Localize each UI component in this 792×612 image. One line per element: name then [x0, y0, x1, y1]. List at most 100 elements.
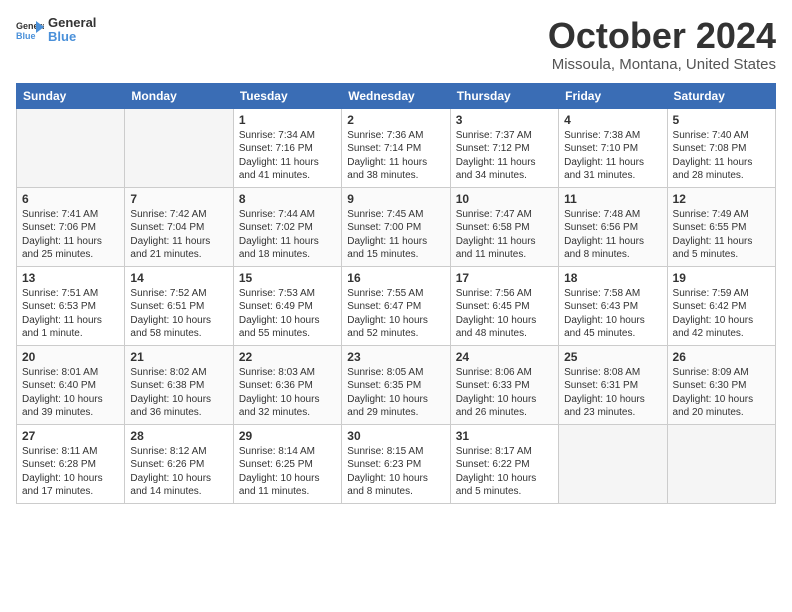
calendar-day-cell: 14 Sunrise: 7:52 AMSunset: 6:51 PMDayligh…: [125, 266, 233, 345]
day-info: Sunrise: 7:51 AMSunset: 6:53 PMDaylight:…: [22, 287, 119, 341]
day-info: Sunrise: 7:58 AMSunset: 6:43 PMDaylight:…: [564, 287, 661, 341]
calendar-day-cell: [17, 108, 125, 187]
day-info: Sunrise: 7:40 AMSunset: 7:08 PMDaylight:…: [673, 129, 770, 183]
day-number: 19: [673, 271, 770, 285]
calendar-day-cell: 3 Sunrise: 7:37 AMSunset: 7:12 PMDaylight…: [450, 108, 558, 187]
calendar-day-cell: 28 Sunrise: 8:12 AMSunset: 6:26 PMDayligh…: [125, 424, 233, 503]
calendar-week-row: 6 Sunrise: 7:41 AMSunset: 7:06 PMDaylight…: [17, 187, 776, 266]
calendar-day-cell: 30 Sunrise: 8:15 AMSunset: 6:23 PMDayligh…: [342, 424, 450, 503]
day-number: 9: [347, 192, 444, 206]
day-info: Sunrise: 8:01 AMSunset: 6:40 PMDaylight:…: [22, 366, 119, 420]
location-title: Missoula, Montana, United States: [548, 56, 776, 73]
day-number: 23: [347, 350, 444, 364]
day-info: Sunrise: 7:38 AMSunset: 7:10 PMDaylight:…: [564, 129, 661, 183]
svg-text:Blue: Blue: [16, 31, 36, 41]
calendar-day-cell: 15Sunrise: 7:53 AMSunset: 6:49 PMDayligh…: [233, 266, 341, 345]
calendar-day-cell: 23 Sunrise: 8:05 AMSunset: 6:35 PMDayligh…: [342, 345, 450, 424]
day-info: Sunrise: 8:05 AMSunset: 6:35 PMDaylight:…: [347, 366, 444, 420]
day-number: 16: [347, 271, 444, 285]
weekday-header-friday: Friday: [559, 83, 667, 108]
calendar-day-cell: 19 Sunrise: 7:59 AMSunset: 6:42 PMDayligh…: [667, 266, 775, 345]
day-number: 27: [22, 429, 119, 443]
day-info: Sunrise: 7:48 AMSunset: 6:56 PMDaylight:…: [564, 208, 661, 262]
day-number: 8: [239, 192, 336, 206]
day-info: Sunrise: 7:55 AMSunset: 6:47 PMDaylight:…: [347, 287, 444, 341]
calendar-day-cell: 7Sunrise: 7:42 AMSunset: 7:04 PMDaylight…: [125, 187, 233, 266]
day-info: Sunrise: 8:03 AMSunset: 6:36 PMDaylight:…: [239, 366, 336, 420]
calendar-week-row: 27 Sunrise: 8:11 AMSunset: 6:28 PMDayligh…: [17, 424, 776, 503]
day-info: Sunrise: 7:41 AMSunset: 7:06 PMDaylight:…: [22, 208, 119, 262]
calendar-week-row: 1 Sunrise: 7:34 AMSunset: 7:16 PMDaylight…: [17, 108, 776, 187]
day-info: Sunrise: 7:36 AMSunset: 7:14 PMDaylight:…: [347, 129, 444, 183]
day-number: 1: [239, 113, 336, 127]
title-area: October 2024 Missoula, Montana, United S…: [548, 16, 776, 73]
day-number: 10: [456, 192, 553, 206]
day-number: 25: [564, 350, 661, 364]
day-number: 18: [564, 271, 661, 285]
calendar-day-cell: 17 Sunrise: 7:56 AMSunset: 6:45 PMDayligh…: [450, 266, 558, 345]
day-number: 11: [564, 192, 661, 206]
weekday-header-thursday: Thursday: [450, 83, 558, 108]
weekday-header-saturday: Saturday: [667, 83, 775, 108]
day-info: Sunrise: 7:59 AMSunset: 6:42 PMDaylight:…: [673, 287, 770, 341]
weekday-header-sunday: Sunday: [17, 83, 125, 108]
day-info: Sunrise: 8:14 AMSunset: 6:25 PMDaylight:…: [239, 445, 336, 499]
calendar-day-cell: 29Sunrise: 8:14 AMSunset: 6:25 PMDayligh…: [233, 424, 341, 503]
day-number: 12: [673, 192, 770, 206]
day-number: 6: [22, 192, 119, 206]
day-info: Sunrise: 8:15 AMSunset: 6:23 PMDaylight:…: [347, 445, 444, 499]
calendar-table: SundayMondayTuesdayWednesdayThursdayFrid…: [16, 83, 776, 504]
day-number: 31: [456, 429, 553, 443]
day-info: Sunrise: 8:06 AMSunset: 6:33 PMDaylight:…: [456, 366, 553, 420]
day-info: Sunrise: 7:37 AMSunset: 7:12 PMDaylight:…: [456, 129, 553, 183]
weekday-header-row: SundayMondayTuesdayWednesdayThursdayFrid…: [17, 83, 776, 108]
day-number: 7: [130, 192, 227, 206]
page-header: General Blue General Blue October 2024 M…: [16, 16, 776, 73]
day-number: 22: [239, 350, 336, 364]
calendar-day-cell: 16 Sunrise: 7:55 AMSunset: 6:47 PMDayligh…: [342, 266, 450, 345]
calendar-day-cell: [667, 424, 775, 503]
logo-text-general: General: [48, 16, 96, 30]
day-info: Sunrise: 8:11 AMSunset: 6:28 PMDaylight:…: [22, 445, 119, 499]
day-number: 17: [456, 271, 553, 285]
day-number: 13: [22, 271, 119, 285]
month-title: October 2024: [548, 16, 776, 56]
day-number: 28: [130, 429, 227, 443]
calendar-day-cell: 1 Sunrise: 7:34 AMSunset: 7:16 PMDaylight…: [233, 108, 341, 187]
logo-text-blue: Blue: [48, 30, 96, 44]
calendar-day-cell: 4Sunrise: 7:38 AMSunset: 7:10 PMDaylight…: [559, 108, 667, 187]
day-info: Sunrise: 7:49 AMSunset: 6:55 PMDaylight:…: [673, 208, 770, 262]
day-number: 21: [130, 350, 227, 364]
day-info: Sunrise: 7:52 AMSunset: 6:51 PMDaylight:…: [130, 287, 227, 341]
day-number: 30: [347, 429, 444, 443]
day-number: 26: [673, 350, 770, 364]
calendar-day-cell: 13 Sunrise: 7:51 AMSunset: 6:53 PMDayligh…: [17, 266, 125, 345]
calendar-week-row: 13 Sunrise: 7:51 AMSunset: 6:53 PMDayligh…: [17, 266, 776, 345]
calendar-day-cell: 2 Sunrise: 7:36 AMSunset: 7:14 PMDaylight…: [342, 108, 450, 187]
calendar-day-cell: [125, 108, 233, 187]
day-number: 20: [22, 350, 119, 364]
logo: General Blue General Blue: [16, 16, 96, 45]
day-number: 24: [456, 350, 553, 364]
day-info: Sunrise: 7:45 AMSunset: 7:00 PMDaylight:…: [347, 208, 444, 262]
calendar-day-cell: 12 Sunrise: 7:49 AMSunset: 6:55 PMDayligh…: [667, 187, 775, 266]
weekday-header-wednesday: Wednesday: [342, 83, 450, 108]
day-number: 15: [239, 271, 336, 285]
calendar-day-cell: 21Sunrise: 8:02 AMSunset: 6:38 PMDayligh…: [125, 345, 233, 424]
day-info: Sunrise: 8:09 AMSunset: 6:30 PMDaylight:…: [673, 366, 770, 420]
calendar-day-cell: 8Sunrise: 7:44 AMSunset: 7:02 PMDaylight…: [233, 187, 341, 266]
day-info: Sunrise: 8:12 AMSunset: 6:26 PMDaylight:…: [130, 445, 227, 499]
day-info: Sunrise: 7:56 AMSunset: 6:45 PMDaylight:…: [456, 287, 553, 341]
calendar-day-cell: 10 Sunrise: 7:47 AMSunset: 6:58 PMDayligh…: [450, 187, 558, 266]
day-number: 2: [347, 113, 444, 127]
day-number: 3: [456, 113, 553, 127]
calendar-day-cell: 26 Sunrise: 8:09 AMSunset: 6:30 PMDayligh…: [667, 345, 775, 424]
day-info: Sunrise: 7:47 AMSunset: 6:58 PMDaylight:…: [456, 208, 553, 262]
calendar-day-cell: 6 Sunrise: 7:41 AMSunset: 7:06 PMDaylight…: [17, 187, 125, 266]
calendar-day-cell: 11 Sunrise: 7:48 AMSunset: 6:56 PMDayligh…: [559, 187, 667, 266]
calendar-day-cell: [559, 424, 667, 503]
day-info: Sunrise: 7:34 AMSunset: 7:16 PMDaylight:…: [239, 129, 336, 183]
day-number: 14: [130, 271, 227, 285]
day-info: Sunrise: 8:08 AMSunset: 6:31 PMDaylight:…: [564, 366, 661, 420]
calendar-day-cell: 31Sunrise: 8:17 AMSunset: 6:22 PMDayligh…: [450, 424, 558, 503]
